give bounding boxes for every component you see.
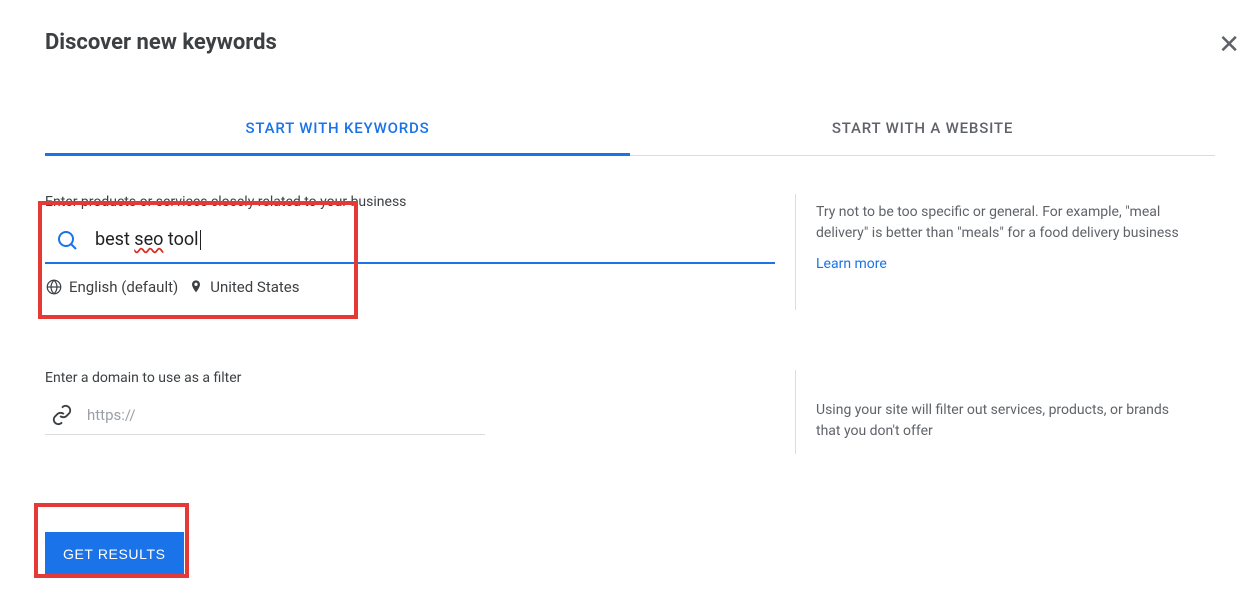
tab-website[interactable]: START WITH A WEBSITE <box>630 103 1215 155</box>
keywords-input[interactable]: best seo tool <box>95 229 201 250</box>
domain-input-row[interactable]: https:// <box>45 396 485 435</box>
domain-label: Enter a domain to use as a filter <box>45 370 485 386</box>
link-icon <box>51 404 73 426</box>
tab-keywords[interactable]: START WITH KEYWORDS <box>45 103 630 156</box>
location-value: United States <box>210 278 299 296</box>
language-value: English (default) <box>69 278 178 296</box>
location-selector[interactable]: United States <box>188 278 299 296</box>
get-results-button[interactable]: GET RESULTS <box>45 532 184 576</box>
keywords-help-text: Try not to be too specific or general. F… <box>816 202 1195 244</box>
keywords-input-row[interactable]: best seo tool <box>45 220 775 264</box>
location-pin-icon <box>188 279 204 295</box>
page-title: Discover new keywords <box>45 30 277 55</box>
close-icon[interactable]: ✕ <box>1218 30 1240 60</box>
domain-input[interactable]: https:// <box>87 406 136 424</box>
keywords-label: Enter products or services closely relat… <box>45 194 775 210</box>
tab-bar: START WITH KEYWORDS START WITH A WEBSITE <box>45 103 1215 156</box>
domain-help-text: Using your site will filter out services… <box>816 400 1195 442</box>
search-icon <box>55 228 79 252</box>
language-selector[interactable]: English (default) <box>45 278 178 296</box>
globe-icon <box>45 278 63 296</box>
learn-more-link[interactable]: Learn more <box>816 256 1195 272</box>
